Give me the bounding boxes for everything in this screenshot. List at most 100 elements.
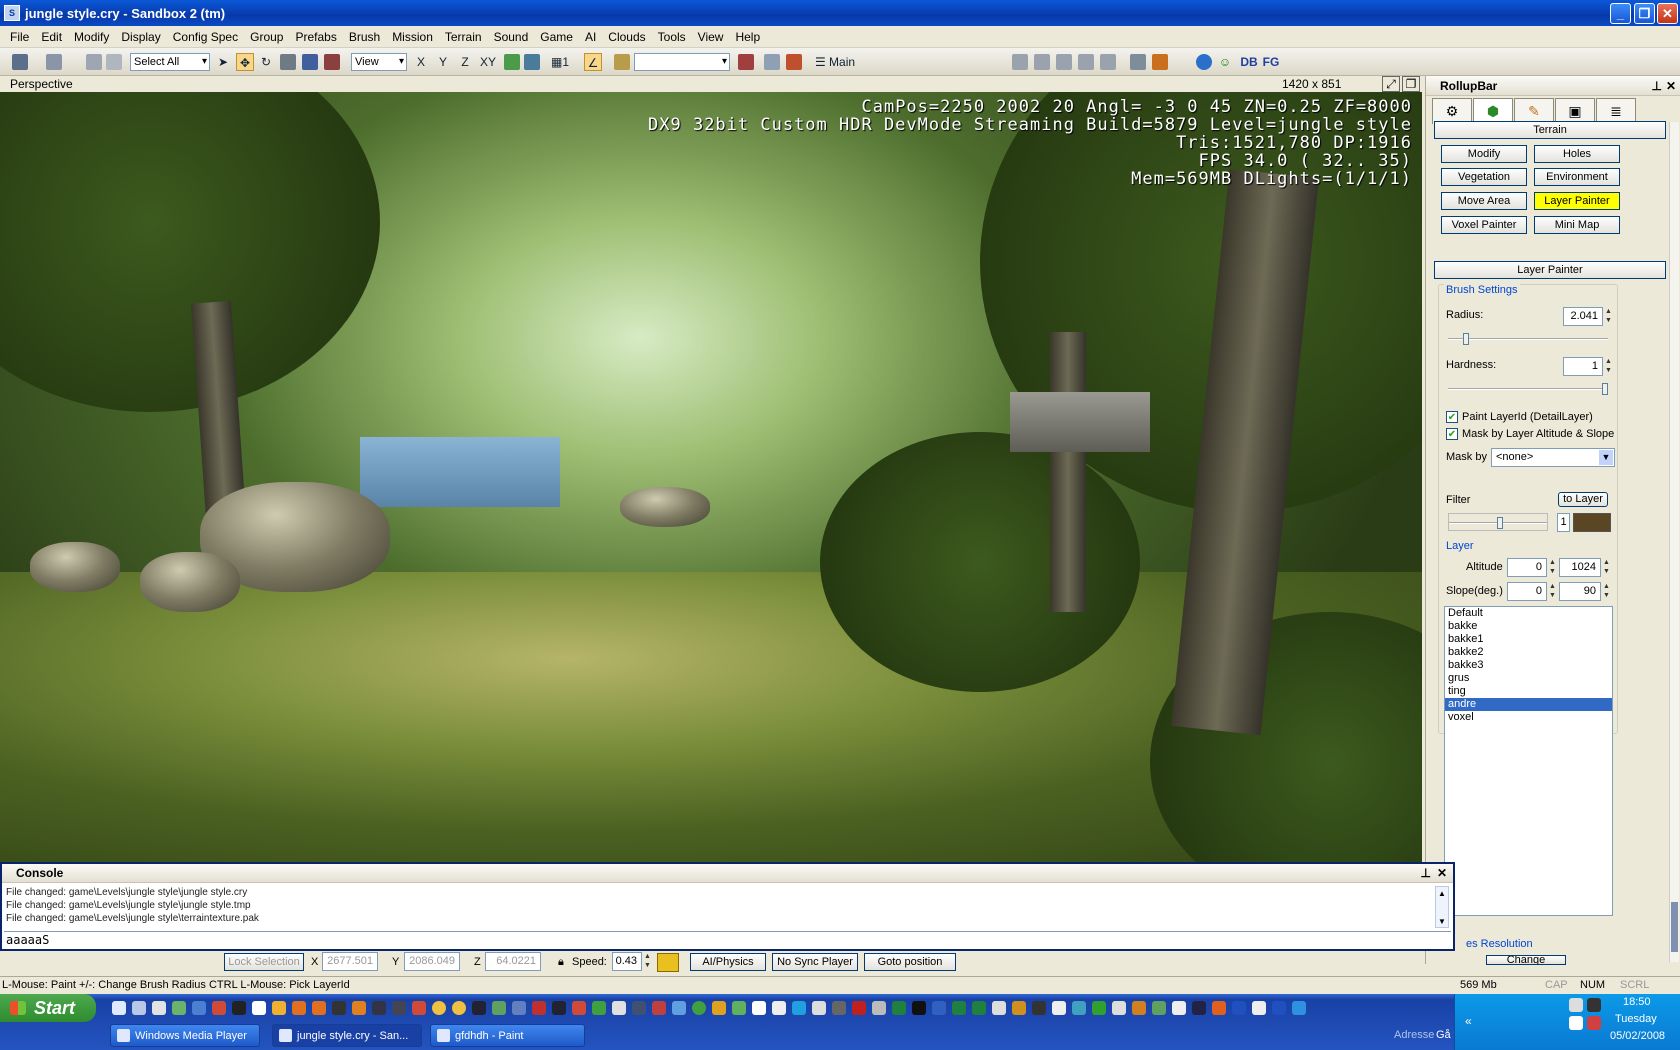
quicklaunch-icon[interactable]: [412, 1001, 426, 1015]
quicklaunch-icon[interactable]: [1012, 1001, 1026, 1015]
quicklaunch-icon[interactable]: [552, 1001, 566, 1015]
quicklaunch-icon[interactable]: [892, 1001, 906, 1015]
quicklaunch-icon[interactable]: [1192, 1001, 1206, 1015]
quicklaunch-icon[interactable]: [992, 1001, 1006, 1015]
ui-editor-icon[interactable]: [1152, 54, 1168, 70]
altitude-min-input[interactable]: 0: [1507, 558, 1547, 577]
holes-button[interactable]: Holes: [1534, 145, 1620, 163]
mask-altitude-checkbox[interactable]: ✔ Mask by Layer Altitude & Slope: [1446, 428, 1614, 440]
quicklaunch-icon[interactable]: [432, 1001, 446, 1015]
quicklaunch-icon[interactable]: [252, 1001, 266, 1015]
menu-display[interactable]: Display: [115, 30, 166, 44]
quicklaunch-icon[interactable]: [712, 1001, 726, 1015]
change-resolution-button[interactable]: Change: [1486, 955, 1566, 965]
quicklaunch-icon[interactable]: [452, 1001, 466, 1015]
console-close-icon[interactable]: ✕: [1437, 864, 1447, 883]
menu-file[interactable]: File: [4, 30, 35, 44]
quicklaunch-icon[interactable]: [1112, 1001, 1126, 1015]
quicklaunch-icon[interactable]: [172, 1001, 186, 1015]
quicklaunch-icon[interactable]: [692, 1001, 706, 1015]
slider-thumb[interactable]: [1602, 383, 1608, 395]
layer-item[interactable]: bakke1: [1445, 633, 1612, 646]
slope-min-spinner[interactable]: ▲ ▼: [1548, 582, 1557, 601]
quicklaunch-icon[interactable]: [612, 1001, 626, 1015]
voxel-painter-button[interactable]: Voxel Painter: [1441, 216, 1527, 234]
task-sandbox[interactable]: jungle style.cry - San...: [272, 1024, 422, 1047]
layer-list[interactable]: Default bakke bakke1 bakke2 bakke3 grus …: [1444, 606, 1613, 916]
select-pointer-icon[interactable]: ➤: [216, 53, 230, 71]
quicklaunch-icon[interactable]: [1052, 1001, 1066, 1015]
slider-thumb[interactable]: [1463, 333, 1469, 345]
hardness-slider[interactable]: [1448, 382, 1608, 396]
quicklaunch-icon[interactable]: [1092, 1001, 1106, 1015]
y-position-field[interactable]: 2086.049: [404, 952, 460, 971]
quicklaunch-icon[interactable]: [952, 1001, 966, 1015]
quicklaunch-icon[interactable]: [1172, 1001, 1186, 1015]
named-selection-icon[interactable]: [614, 54, 630, 70]
restore-button[interactable]: ❐: [1634, 3, 1655, 24]
named-selection-select[interactable]: [634, 53, 730, 71]
quicklaunch-icon[interactable]: [792, 1001, 806, 1015]
tray-expand-icon[interactable]: «: [1465, 1014, 1472, 1028]
quicklaunch-icon[interactable]: [872, 1001, 886, 1015]
layer-painter-button[interactable]: Layer Painter: [1534, 192, 1620, 210]
quicklaunch-icon[interactable]: [212, 1001, 226, 1015]
quicklaunch-icon[interactable]: [1292, 1001, 1306, 1015]
menu-config-spec[interactable]: Config Spec: [167, 30, 244, 44]
quicklaunch-icon[interactable]: [932, 1001, 946, 1015]
player-icon[interactable]: ☺: [1218, 53, 1232, 71]
pin-icon[interactable]: ⊥: [1421, 864, 1431, 883]
selection-mask-select[interactable]: Select All: [130, 53, 210, 71]
console-scrollbar[interactable]: ▲ ▼: [1435, 886, 1449, 928]
menu-terrain[interactable]: Terrain: [439, 30, 488, 44]
altitude-min-spinner[interactable]: ▲ ▼: [1548, 558, 1557, 577]
z-position-field[interactable]: 64.0221: [485, 952, 541, 971]
slider-thumb[interactable]: [1497, 517, 1503, 529]
move-icon[interactable]: ✥: [236, 53, 254, 71]
modify-button[interactable]: Modify: [1441, 145, 1527, 163]
redo-icon[interactable]: [46, 54, 62, 70]
globe-icon[interactable]: [1196, 54, 1212, 70]
rotate-icon[interactable]: ↻: [259, 53, 273, 71]
no-sync-player-button[interactable]: No Sync Player: [772, 953, 858, 971]
layer-item[interactable]: bakke2: [1445, 646, 1612, 659]
object-tool-icon-4[interactable]: [1078, 54, 1094, 70]
console-input[interactable]: aaaaaS: [4, 931, 1451, 947]
menu-view[interactable]: View: [692, 30, 730, 44]
task-paint[interactable]: gfdhdh - Paint: [430, 1024, 585, 1047]
quicklaunch-icon[interactable]: [312, 1001, 326, 1015]
quicklaunch-icon[interactable]: [672, 1001, 686, 1015]
slope-max-spinner[interactable]: ▲ ▼: [1602, 582, 1611, 601]
layer-item[interactable]: bakke: [1445, 620, 1612, 633]
db-button[interactable]: DB: [1240, 53, 1258, 71]
quicklaunch-icon[interactable]: [152, 1001, 166, 1015]
quicklaunch-icon[interactable]: [1132, 1001, 1146, 1015]
quicklaunch-icon[interactable]: [1072, 1001, 1086, 1015]
axis-z-button[interactable]: Z: [458, 53, 472, 71]
link-icon[interactable]: [86, 54, 102, 70]
unlink-icon[interactable]: [106, 54, 122, 70]
lock-icon[interactable]: 🔒︎: [558, 956, 564, 969]
quicklaunch-icon[interactable]: [912, 1001, 926, 1015]
viewport-name[interactable]: Perspective: [10, 77, 73, 91]
speed-spinner[interactable]: ▲ ▼: [643, 952, 652, 971]
vegetation-button[interactable]: Vegetation: [1441, 168, 1527, 186]
viewport-layout-icon[interactable]: ❐: [1402, 76, 1420, 92]
menu-prefabs[interactable]: Prefabs: [289, 30, 342, 44]
clear-selection-icon[interactable]: [738, 54, 754, 70]
menu-modify[interactable]: Modify: [68, 30, 115, 44]
environment-button[interactable]: Environment: [1534, 168, 1620, 186]
start-button[interactable]: Start: [0, 994, 96, 1022]
tray-icon[interactable]: [1587, 998, 1601, 1012]
quicklaunch-icon[interactable]: [1152, 1001, 1166, 1015]
menu-clouds[interactable]: Clouds: [602, 30, 651, 44]
axis-xy-button[interactable]: XY: [478, 53, 498, 71]
to-layer-button[interactable]: to Layer: [1558, 492, 1608, 507]
grid-button[interactable]: ▦1: [546, 53, 574, 71]
quicklaunch-icon[interactable]: [652, 1001, 666, 1015]
layer-item[interactable]: Default: [1445, 607, 1612, 620]
filter-slider[interactable]: [1448, 513, 1548, 531]
undo-icon[interactable]: [12, 54, 28, 70]
task-windows-media-player[interactable]: Windows Media Player: [110, 1024, 260, 1047]
fg-button[interactable]: FG: [1262, 53, 1280, 71]
